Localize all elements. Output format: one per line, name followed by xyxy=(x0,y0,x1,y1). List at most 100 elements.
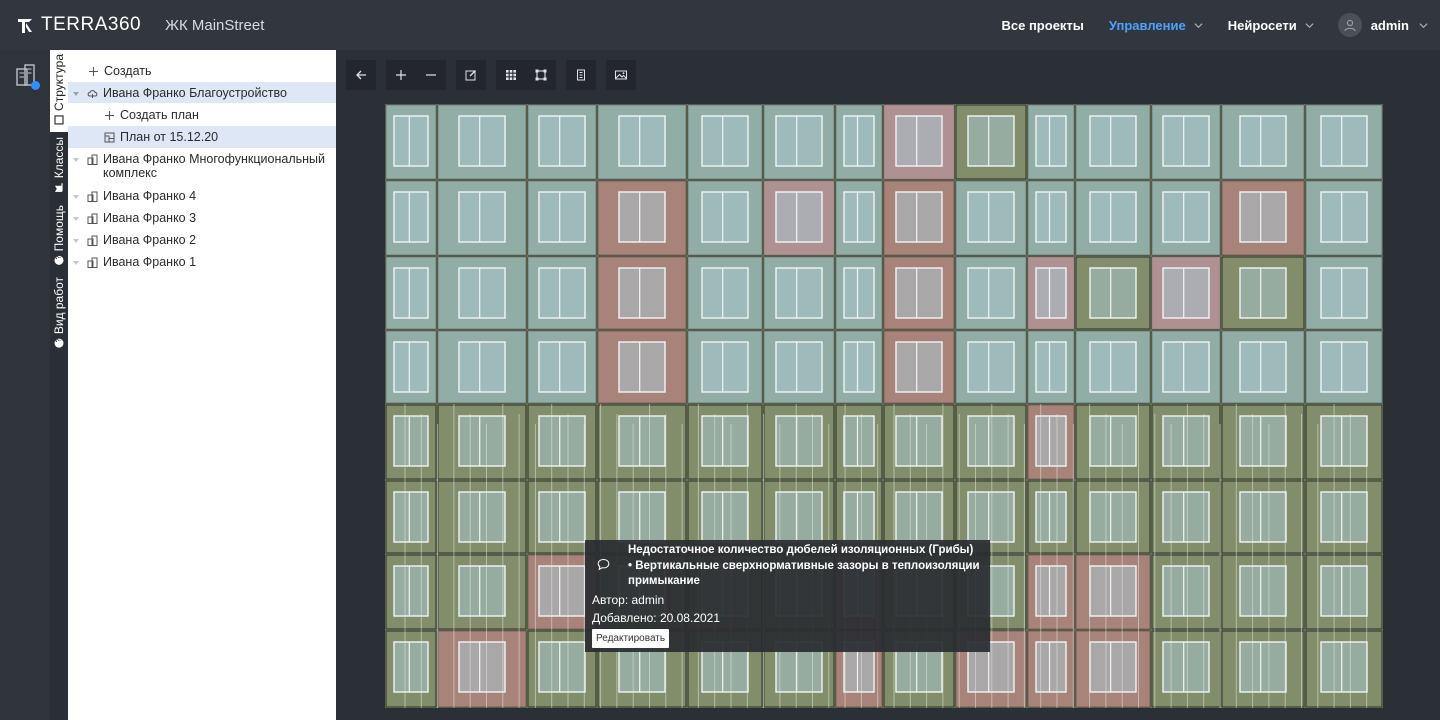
window-frame xyxy=(1239,415,1287,467)
window-frame xyxy=(1320,415,1368,467)
window-frame xyxy=(701,341,749,393)
window-frame xyxy=(538,267,586,319)
window-frame xyxy=(1239,115,1287,167)
edit-button[interactable] xyxy=(456,60,486,90)
nav-neural-networks[interactable]: Нейросети xyxy=(1228,18,1314,33)
tree-item-franko-1[interactable]: Ивана Франко 1 xyxy=(68,252,336,274)
chevron-down-icon xyxy=(1194,22,1203,28)
caret-down-icon[interactable] xyxy=(72,193,80,201)
window-frame xyxy=(393,341,429,393)
window-frame xyxy=(1089,191,1137,243)
top-bar: TERRA360 ЖК MainStreet Все проекты Управ… xyxy=(0,0,1440,50)
tree-item-mfk[interactable]: Ивана Франко Многофункциональный комплек… xyxy=(68,148,336,184)
caret-down-icon[interactable] xyxy=(72,90,80,98)
caret-down-icon[interactable] xyxy=(72,259,80,267)
window-frame xyxy=(701,191,749,243)
plan-icon xyxy=(104,132,115,143)
window-frame xyxy=(1162,565,1210,617)
tab-help[interactable]: ? Помощь xyxy=(50,202,68,272)
edit-defect-button[interactable]: Редактировать xyxy=(592,629,670,648)
window-frame xyxy=(538,641,586,693)
left-rail xyxy=(0,50,50,720)
window-frame xyxy=(843,341,875,393)
tree-item-franko-3[interactable]: Ивана Франко 3 xyxy=(68,208,336,230)
tree-item-label: Ивана Франко 3 xyxy=(103,211,197,225)
building-view-button[interactable] xyxy=(566,60,596,90)
window-frame xyxy=(1239,491,1287,543)
window-frame xyxy=(618,267,666,319)
building-icon xyxy=(87,213,98,224)
window-frame xyxy=(843,115,875,167)
zoom-out-icon xyxy=(426,74,436,76)
caret-down-icon[interactable] xyxy=(72,215,80,223)
tree-item-label: Ивана Франко Многофункциональный комплек… xyxy=(103,152,326,180)
brand-logo[interactable]: TERRA360 xyxy=(16,14,141,36)
window-frame xyxy=(1239,565,1287,617)
edit-icon xyxy=(465,70,476,81)
zoom-out-button[interactable] xyxy=(416,60,446,90)
window-frame xyxy=(1162,491,1210,543)
window-frame xyxy=(1035,267,1067,319)
nav-all-projects[interactable]: Все проекты xyxy=(1002,18,1084,33)
defect-title-line1: Недостаточное количество дюбелей изоляци… xyxy=(628,544,974,556)
create-plan-button[interactable]: Создать план xyxy=(68,104,336,126)
window-frame xyxy=(775,341,823,393)
back-button[interactable] xyxy=(346,60,376,90)
window-frame xyxy=(458,341,506,393)
window-frame xyxy=(1089,565,1137,617)
brand-name: TERRA360 xyxy=(41,14,142,35)
help-icon: ? xyxy=(54,255,64,265)
flag-icon xyxy=(54,183,63,193)
tab-classes[interactable]: Классы xyxy=(50,134,68,200)
window-frame xyxy=(538,115,586,167)
image-compare-button[interactable] xyxy=(606,60,636,90)
defect-date: Добавлено: 20.08.2021 xyxy=(592,611,721,625)
window-frame xyxy=(1089,641,1137,693)
window-frame xyxy=(1320,191,1368,243)
toolbar-group-compare xyxy=(606,60,636,90)
nav-label: Нейросети xyxy=(1227,17,1297,33)
window-frame xyxy=(895,191,943,243)
caret-down-icon[interactable] xyxy=(72,156,80,164)
zoom-in-button[interactable] xyxy=(386,60,416,90)
plus-icon xyxy=(105,111,114,120)
tree-item-franko-4[interactable]: Ивана Франко 4 xyxy=(68,186,336,208)
create-button[interactable]: Создать xyxy=(68,64,336,82)
tree-item-blagoustroystvo[interactable]: Ивана Франко Благоустройство xyxy=(68,82,336,103)
window-frame xyxy=(618,341,666,393)
select-area-button[interactable] xyxy=(526,60,556,90)
tab-label: Структура xyxy=(52,53,66,111)
window-frame xyxy=(538,415,586,467)
tree-item-franko-2[interactable]: Ивана Франко 2 xyxy=(68,230,336,252)
window-frame xyxy=(843,191,875,243)
window-frame xyxy=(1320,491,1368,543)
nav-management[interactable]: Управление xyxy=(1109,18,1203,33)
window-frame xyxy=(1320,115,1368,167)
window-frame xyxy=(1239,341,1287,393)
tab-structure[interactable]: Структура xyxy=(50,50,68,132)
window-frame xyxy=(458,415,506,467)
window-frame xyxy=(701,267,749,319)
main-nav: Все проекты Управление Нейросети admin xyxy=(977,0,1440,50)
user-name: admin xyxy=(1370,17,1409,33)
window-frame xyxy=(843,491,875,543)
window-frame xyxy=(775,267,823,319)
tab-work-type[interactable]: ? Вид работ xyxy=(50,274,68,356)
window-frame xyxy=(1035,191,1067,243)
tree-item-plan[interactable]: План от 15.12.20 xyxy=(68,126,336,148)
user-menu[interactable]: admin xyxy=(1337,13,1428,37)
window-frame xyxy=(1162,415,1210,467)
grid-button[interactable] xyxy=(496,60,526,90)
structure-panel: Создать Ивана Франко Благоустройство Соз… xyxy=(68,50,336,720)
toolbar-group-edit xyxy=(456,60,486,90)
defect-tooltip: Недостаточное количество дюбелей изоляци… xyxy=(585,540,990,652)
tab-classes-label: Классы xyxy=(52,137,66,196)
window-frame xyxy=(967,491,1015,543)
caret-down-icon[interactable] xyxy=(72,237,80,245)
tree-item-label: Ивана Франко 4 xyxy=(103,189,197,203)
window-frame xyxy=(618,491,666,543)
back-icon xyxy=(356,70,366,80)
window-frame xyxy=(393,641,429,693)
window-frame xyxy=(967,115,1015,167)
window-frame xyxy=(618,115,666,167)
